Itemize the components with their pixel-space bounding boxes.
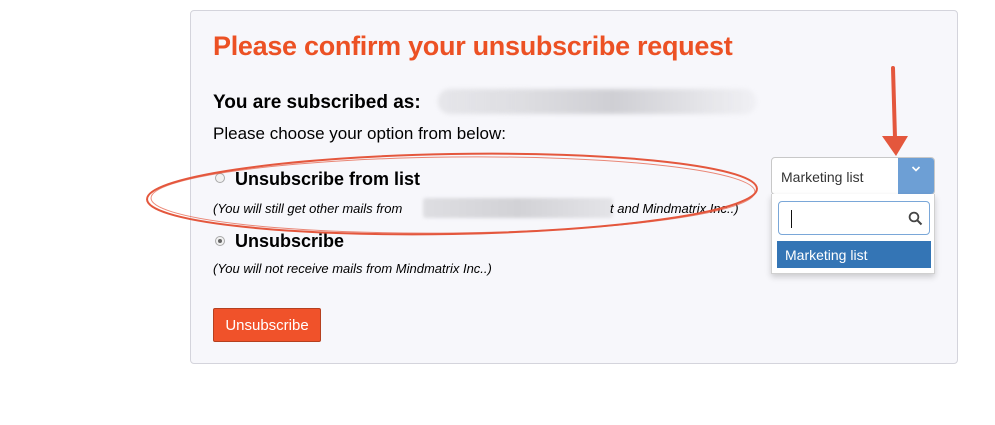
option-unsubscribe-note: (You will not receive mails from Mindmat… bbox=[213, 261, 492, 276]
option-unsubscribe-from-list-note-suffix: t and Mindmatrix Inc..) bbox=[610, 201, 739, 216]
list-select-dropdown: Marketing list bbox=[771, 194, 935, 274]
page-title: Please confirm your unsubscribe request bbox=[213, 31, 733, 61]
list-select[interactable]: Marketing list bbox=[771, 157, 935, 195]
option-unsubscribe-from-list-note-prefix: (You will still get other mails from bbox=[213, 201, 403, 216]
redacted-email bbox=[438, 89, 756, 114]
search-icon bbox=[908, 211, 923, 226]
list-select-toggle[interactable] bbox=[898, 158, 934, 194]
unsubscribe-button[interactable]: Unsubscribe bbox=[213, 308, 321, 342]
chevron-down-icon bbox=[911, 166, 921, 172]
radio-unsubscribe[interactable] bbox=[215, 236, 225, 246]
option-unsubscribe-label[interactable]: Unsubscribe bbox=[235, 231, 344, 252]
dropdown-search[interactable] bbox=[778, 201, 930, 235]
choose-prompt: Please choose your option from below: bbox=[213, 124, 506, 143]
subscribed-label: You are subscribed as: bbox=[213, 92, 421, 113]
dropdown-search-input[interactable] bbox=[783, 205, 909, 231]
list-select-value: Marketing list bbox=[781, 169, 864, 185]
dropdown-option-marketing-list[interactable]: Marketing list bbox=[777, 241, 931, 268]
option-unsubscribe-from-list-label[interactable]: Unsubscribe from list bbox=[235, 169, 420, 190]
radio-unsubscribe-from-list[interactable] bbox=[215, 173, 225, 183]
redacted-sender bbox=[423, 198, 613, 218]
